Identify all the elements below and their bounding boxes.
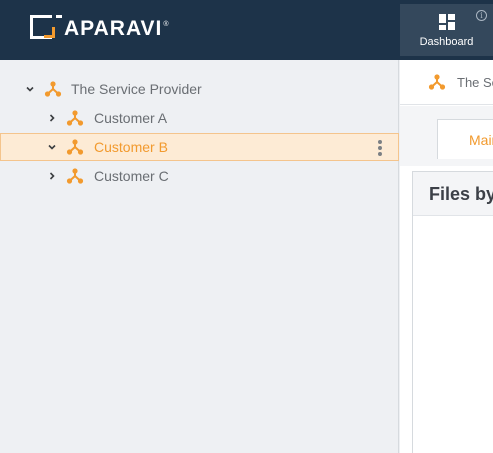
more-options-icon[interactable]: [375, 140, 385, 156]
tree-item-label: Customer B: [94, 139, 168, 155]
breadcrumb: The Service Provider: [400, 60, 493, 105]
tree-item-label: Customer A: [94, 110, 168, 126]
dashboard-label: Dashboard: [419, 36, 474, 48]
aparavi-logo[interactable]: APARAVI ®: [30, 14, 169, 44]
top-bar: APARAVI ® Dashboard i: [0, 0, 493, 60]
chevron-down-icon[interactable]: [25, 84, 35, 94]
breadcrumb-label[interactable]: The Service Provider: [457, 75, 493, 90]
tab-bar: Main: [400, 106, 493, 166]
network-node-icon: [66, 110, 84, 126]
main-panel: The Service Provider Main Files by: [400, 60, 493, 453]
registered-mark: ®: [163, 20, 169, 28]
logo-mark-icon: [30, 15, 62, 43]
info-icon[interactable]: i: [476, 10, 487, 21]
tab-main[interactable]: Main: [437, 119, 493, 159]
tree-item-label: The Service Provider: [71, 81, 202, 97]
tree-item-customer-b[interactable]: Customer B: [0, 133, 399, 161]
sidebar-tree: The Service Provider Customer A Customer…: [0, 60, 399, 453]
network-node-icon: [66, 139, 84, 155]
dashboard-icon: [439, 14, 455, 30]
logo-text: APARAVI: [64, 17, 163, 40]
card-header: Files by: [413, 172, 493, 216]
chevron-right-icon[interactable]: [47, 171, 57, 181]
network-node-icon: [66, 168, 84, 184]
card-title: Files by: [429, 184, 493, 204]
network-node-icon: [44, 81, 62, 97]
network-node-icon: [428, 74, 446, 90]
tree-item-label: Customer C: [94, 168, 169, 184]
tree-item-customer-c[interactable]: Customer C: [0, 162, 399, 190]
tab-label: Main: [469, 132, 493, 148]
tree-item-customer-a[interactable]: Customer A: [0, 104, 399, 132]
chevron-down-icon[interactable]: [47, 142, 57, 152]
chevron-right-icon[interactable]: [47, 113, 57, 123]
files-by-card: Files by: [412, 171, 493, 453]
tree-item-root[interactable]: The Service Provider: [0, 75, 399, 103]
